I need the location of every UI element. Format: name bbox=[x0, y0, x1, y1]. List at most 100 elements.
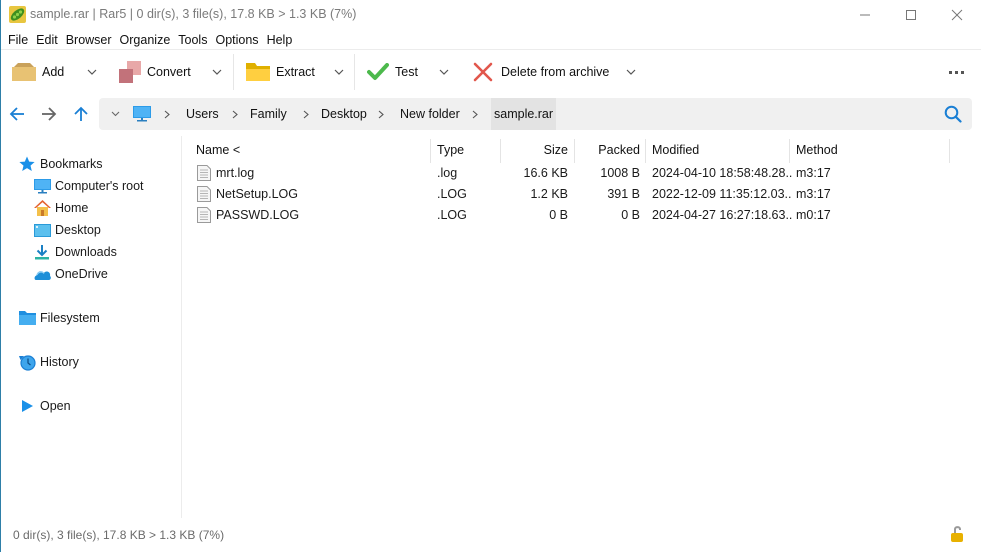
delete-dropdown[interactable] bbox=[623, 58, 639, 86]
sidebar-open[interactable]: Open bbox=[18, 396, 71, 416]
desktop-icon bbox=[33, 223, 51, 237]
up-button[interactable] bbox=[69, 102, 93, 126]
breadcrumb-desktop[interactable]: Desktop bbox=[321, 98, 367, 130]
file-modified: 2024-04-10 18:58:48.28... bbox=[652, 165, 792, 180]
arrow-up-icon bbox=[74, 106, 88, 121]
column-type[interactable]: Type bbox=[437, 139, 464, 161]
sidebar-bookmarks[interactable]: Bookmarks bbox=[18, 154, 103, 174]
convert-dropdown[interactable] bbox=[209, 58, 225, 86]
forward-button[interactable] bbox=[37, 102, 61, 126]
sidebar-history-label: History bbox=[40, 355, 79, 369]
sidebar-item-home[interactable]: Home bbox=[33, 198, 88, 218]
add-dropdown[interactable] bbox=[84, 58, 100, 86]
file-size: 16.6 KB bbox=[523, 165, 568, 180]
file-row[interactable]: PASSWD.LOG .LOG 0 B 0 B 2024-04-27 16:27… bbox=[192, 204, 952, 225]
file-name: NetSetup.LOG bbox=[216, 186, 298, 201]
arrow-right-icon bbox=[42, 107, 57, 121]
column-divider[interactable] bbox=[949, 139, 950, 163]
breadcrumb-separator bbox=[161, 98, 173, 130]
sidebar-item-onedrive[interactable]: OneDrive bbox=[33, 264, 108, 284]
monitor-icon bbox=[133, 106, 151, 122]
convert-label: Convert bbox=[147, 65, 191, 79]
breadcrumb-computer[interactable] bbox=[133, 98, 151, 130]
more-button[interactable] bbox=[944, 64, 968, 80]
title-bar: sample.rar | Rar5 | 0 dir(s), 3 file(s),… bbox=[0, 0, 981, 30]
back-button[interactable] bbox=[5, 102, 29, 126]
arrow-left-icon bbox=[9, 107, 24, 121]
sidebar-item-desktop[interactable]: Desktop bbox=[33, 220, 101, 240]
sidebar-bookmarks-label: Bookmarks bbox=[40, 157, 103, 171]
convert-button[interactable]: Convert bbox=[119, 58, 191, 86]
search-button[interactable] bbox=[942, 98, 964, 130]
breadcrumb-family[interactable]: Family bbox=[250, 98, 287, 130]
file-method: m3:17 bbox=[796, 165, 831, 180]
file-method: m3:17 bbox=[796, 186, 831, 201]
column-divider[interactable] bbox=[500, 139, 501, 163]
text-file-icon bbox=[197, 185, 211, 202]
peazip-pea-icon bbox=[9, 6, 26, 23]
column-packed[interactable]: Packed bbox=[576, 139, 640, 161]
sidebar-item-label: OneDrive bbox=[55, 267, 108, 281]
test-dropdown[interactable] bbox=[436, 58, 452, 86]
extract-dropdown[interactable] bbox=[331, 58, 347, 86]
sidebar-history[interactable]: History bbox=[18, 352, 79, 372]
menu-bar: File Edit Browser Organize Tools Options… bbox=[0, 30, 293, 50]
address-bar[interactable]: Users Family Desktop New folder sample.r… bbox=[99, 98, 972, 130]
sidebar-item-downloads[interactable]: Downloads bbox=[33, 242, 117, 262]
menu-help[interactable]: Help bbox=[258, 33, 293, 47]
file-row[interactable]: mrt.log .log 16.6 KB 1008 B 2024-04-10 1… bbox=[192, 162, 952, 183]
status-text: 0 dir(s), 3 file(s), 17.8 KB > 1.3 KB (7… bbox=[13, 528, 225, 542]
maximize-button[interactable] bbox=[888, 0, 934, 30]
address-dropdown[interactable] bbox=[109, 98, 121, 130]
delete-x-icon bbox=[473, 62, 493, 82]
column-size[interactable]: Size bbox=[502, 139, 568, 161]
file-modified: 2024-04-27 16:27:18.63... bbox=[652, 207, 792, 222]
breadcrumb-sample-rar[interactable]: sample.rar bbox=[491, 98, 557, 130]
menu-options[interactable]: Options bbox=[206, 33, 258, 47]
extract-label: Extract bbox=[276, 65, 315, 79]
toolbar-separator bbox=[354, 54, 355, 90]
sidebar-filesystem[interactable]: Filesystem bbox=[18, 308, 100, 328]
text-file-icon bbox=[197, 206, 211, 223]
file-modified: 2022-12-09 11:35:12.03... bbox=[652, 186, 792, 201]
sidebar-item-computers-root[interactable]: Computer's root bbox=[33, 176, 144, 196]
unlocked-padlock-icon[interactable] bbox=[950, 525, 964, 543]
column-divider[interactable] bbox=[430, 139, 431, 163]
column-name[interactable]: Name < bbox=[196, 139, 240, 161]
menu-organize[interactable]: Organize bbox=[111, 33, 171, 47]
file-list-header: Name < Type Size Packed Modified Method bbox=[192, 139, 952, 161]
column-divider[interactable] bbox=[789, 139, 790, 163]
column-method[interactable]: Method bbox=[796, 139, 838, 161]
breadcrumb-new-folder[interactable]: New folder bbox=[400, 98, 460, 130]
column-divider[interactable] bbox=[645, 139, 646, 163]
file-size: 1.2 KB bbox=[530, 186, 568, 201]
delete-label: Delete from archive bbox=[501, 65, 610, 79]
menu-file[interactable]: File bbox=[0, 33, 28, 47]
toolbar-separator bbox=[233, 54, 234, 90]
test-button[interactable]: Test bbox=[367, 58, 418, 86]
file-row[interactable]: NetSetup.LOG .LOG 1.2 KB 391 B 2022-12-0… bbox=[192, 183, 952, 204]
menu-browser[interactable]: Browser bbox=[57, 33, 112, 47]
breadcrumb-users[interactable]: Users bbox=[186, 98, 219, 130]
chevron-down-icon bbox=[212, 69, 222, 75]
minimize-button[interactable] bbox=[842, 0, 888, 30]
add-button[interactable]: Add bbox=[12, 58, 64, 86]
test-label: Test bbox=[395, 65, 418, 79]
window-title: sample.rar | Rar5 | 0 dir(s), 3 file(s),… bbox=[30, 7, 357, 21]
sidebar-item-label: Home bbox=[55, 201, 89, 215]
menu-tools[interactable]: Tools bbox=[169, 33, 207, 47]
column-modified[interactable]: Modified bbox=[652, 139, 699, 161]
menu-edit[interactable]: Edit bbox=[27, 33, 58, 47]
column-divider[interactable] bbox=[574, 139, 575, 163]
sidebar-item-label: Computer's root bbox=[55, 179, 144, 193]
close-button[interactable] bbox=[934, 0, 980, 30]
star-icon bbox=[19, 156, 35, 171]
convert-icon bbox=[119, 61, 141, 83]
breadcrumb-separator bbox=[229, 98, 241, 130]
delete-from-archive-button[interactable]: Delete from archive bbox=[473, 58, 609, 86]
minimize-icon bbox=[860, 14, 870, 16]
chevron-down-icon bbox=[334, 69, 344, 75]
file-name: PASSWD.LOG bbox=[216, 207, 300, 222]
extract-button[interactable]: Extract bbox=[246, 58, 315, 86]
toolbar: Add Convert Extract Test Delete from arc… bbox=[0, 50, 981, 94]
